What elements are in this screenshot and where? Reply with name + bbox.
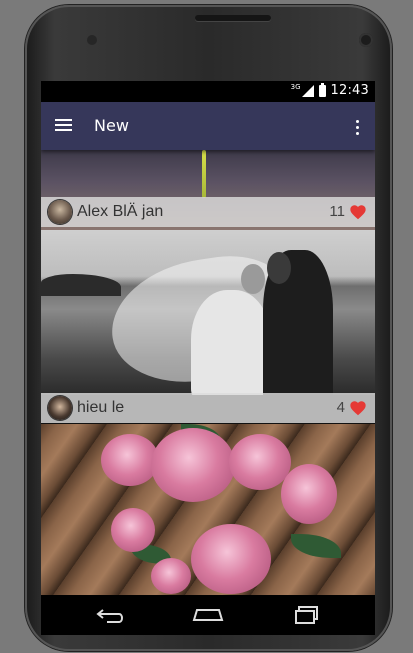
speaker-grille <box>195 15 271 21</box>
app-toolbar: New <box>41 102 375 150</box>
front-camera <box>359 33 373 47</box>
battery-icon <box>318 82 326 97</box>
toolbar-title: New <box>94 116 129 135</box>
status-time: 12:43 <box>330 83 369 98</box>
signal-icon <box>301 84 314 97</box>
avatar[interactable] <box>48 396 72 420</box>
like-count: 11 <box>329 203 345 220</box>
post-photo[interactable] <box>41 230 375 395</box>
post-photo[interactable] <box>41 424 375 595</box>
status-bar: 3G 12:43 <box>41 81 375 102</box>
heart-icon[interactable] <box>349 400 367 416</box>
like-counter[interactable]: 11 <box>329 203 367 220</box>
photo-feed[interactable]: Alex BlÄ jan 11 hieu le 4 <box>41 150 375 595</box>
hamburger-menu-icon[interactable] <box>55 116 77 136</box>
recents-icon[interactable] <box>287 603 327 627</box>
avatar[interactable] <box>48 200 72 224</box>
heart-icon[interactable] <box>349 204 367 220</box>
navigation-bar <box>41 595 375 635</box>
like-count: 4 <box>336 399 345 416</box>
network-type: 3G <box>290 82 301 91</box>
post-author[interactable]: hieu le <box>77 399 124 417</box>
proximity-sensor <box>87 35 97 45</box>
back-icon[interactable] <box>91 603 131 627</box>
home-icon[interactable] <box>188 603 228 627</box>
like-counter[interactable]: 4 <box>337 399 367 416</box>
device-screen: 3G 12:43 New Alex BlÄ jan 11 hieu le 4 <box>41 81 375 635</box>
post-author[interactable]: Alex BlÄ jan <box>77 203 163 221</box>
post-header: hieu le 4 <box>41 393 375 423</box>
post-header: Alex BlÄ jan 11 <box>41 197 375 227</box>
more-vert-icon[interactable] <box>349 116 365 138</box>
